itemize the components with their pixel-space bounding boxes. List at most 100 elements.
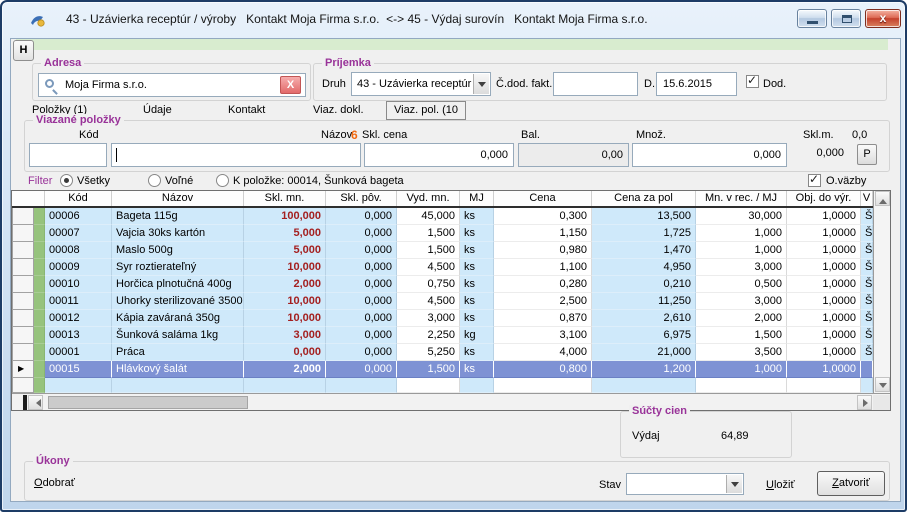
druh-value: 43 - Uzávierka receptúr /	[357, 73, 472, 95]
table-row[interactable]: 00010Horčica plnotučná 400g2,0000,0000,7…	[12, 276, 873, 293]
table-cell: Š	[861, 344, 873, 361]
scroll-down-button[interactable]	[875, 377, 890, 392]
table-empty-cell	[244, 378, 326, 393]
tab-kontakt[interactable]: Kontakt	[228, 104, 265, 116]
dod-checkbox[interactable]: ✓	[746, 75, 759, 88]
scroll-left-button[interactable]	[28, 395, 43, 410]
table-row[interactable]: 00013Šunková saláma 1kg3,0000,0002,250kg…	[12, 327, 873, 344]
stav-combobox[interactable]	[626, 473, 744, 495]
column-header[interactable]: V	[861, 191, 873, 206]
minimize-button[interactable]	[797, 9, 827, 28]
scroll-right-button[interactable]	[857, 395, 872, 410]
row-status-strip	[34, 344, 45, 361]
p-button[interactable]: P	[857, 144, 877, 165]
table-cell: ks	[460, 361, 494, 378]
table-cell: ks	[460, 310, 494, 327]
date-input[interactable]: 15.6.2015	[656, 72, 737, 96]
radio-vsetky[interactable]	[60, 174, 73, 187]
stav-dropdown-button[interactable]	[726, 475, 742, 493]
table-cell: 1,500	[696, 327, 787, 344]
table-cell: Š	[861, 310, 873, 327]
table-cell: 00008	[45, 242, 112, 259]
table-cell: 0,000	[326, 225, 397, 242]
column-header[interactable]: Skl. pôv.	[326, 191, 397, 206]
column-header[interactable]: Obj. do výr.	[787, 191, 861, 206]
table-row[interactable]: 00009Syr roztierateľný10,0000,0004,500ks…	[12, 259, 873, 276]
table-cell: Bageta 115g	[112, 208, 244, 225]
skl-cena-input[interactable]: 0,000	[364, 143, 514, 167]
title-bar[interactable]: 43 - Uzávierka receptúr / výroby Kontakt…	[2, 2, 905, 36]
table-cell: 0,980	[494, 242, 592, 259]
bal-input[interactable]: 0,00	[518, 143, 629, 167]
text-cursor	[116, 148, 117, 162]
table-cell: kg	[460, 327, 494, 344]
close-button[interactable]: x	[865, 9, 901, 28]
splitter-handle[interactable]	[23, 395, 27, 410]
table-empty-cell	[460, 378, 494, 393]
linked-items-group-label: Viazané položky	[33, 114, 124, 126]
column-header[interactable]: MJ	[460, 191, 494, 206]
kod-input[interactable]	[29, 143, 107, 167]
maximize-button[interactable]	[831, 9, 861, 28]
horizontal-scroll-thumb[interactable]	[48, 396, 248, 409]
column-header[interactable]: Cena	[494, 191, 592, 206]
radio-volne-label[interactable]: Voľné	[165, 175, 193, 187]
table-empty-cell	[34, 378, 45, 393]
scroll-up-button[interactable]	[875, 191, 890, 206]
table-cell: 45,000	[397, 208, 460, 225]
tab-udaje[interactable]: Údaje	[143, 104, 172, 116]
tab-viaz-dokl[interactable]: Viaz. dokl.	[313, 104, 364, 116]
radio-volne[interactable]	[148, 174, 161, 187]
druh-label: Druh	[322, 78, 346, 90]
mnoz-input[interactable]: 0,000	[632, 143, 787, 167]
table-cell: 1,000	[696, 242, 787, 259]
table-cell: 1,150	[494, 225, 592, 242]
column-header[interactable]: Mn. v rec. / MJ	[696, 191, 787, 206]
table-cell: 0,000	[326, 344, 397, 361]
odobrat-button[interactable]: Odobrať	[34, 477, 75, 489]
ulozit-button[interactable]: Uložiť	[766, 479, 795, 491]
table-row[interactable]: 00012Kápia zaváraná 350g10,0000,0003,000…	[12, 310, 873, 327]
column-header[interactable]: Skl. mn.	[244, 191, 326, 206]
ovazby-checkbox[interactable]: ✓	[808, 174, 821, 187]
horizontal-scrollbar[interactable]	[12, 393, 890, 410]
h-button[interactable]: H	[13, 40, 34, 61]
cdod-input[interactable]	[553, 72, 638, 96]
radio-vsetky-label[interactable]: Všetky	[77, 175, 110, 187]
zatvorit-button[interactable]: Zatvoriť	[817, 471, 885, 496]
table-cell: Š	[861, 242, 873, 259]
table-cell: 00001	[45, 344, 112, 361]
window-frame: 43 - Uzávierka receptúr / výroby Kontakt…	[0, 0, 907, 512]
table-cell: 2,500	[494, 293, 592, 310]
window-content: H Adresa Moja Firma s.r.o. X Príjemka Dr…	[10, 38, 901, 502]
table-cell: ks	[460, 242, 494, 259]
table-row[interactable]: 00008Maslo 500g5,0000,0001,500ks0,9801,4…	[12, 242, 873, 259]
column-header[interactable]: Cena za pol	[592, 191, 696, 206]
table-row[interactable]: 00001Práca0,0000,0005,250ks4,00021,0003,…	[12, 344, 873, 361]
table-row[interactable]: 00006Bageta 115g100,0000,00045,000ks0,30…	[12, 208, 873, 225]
clear-address-button[interactable]: X	[280, 76, 301, 94]
address-input[interactable]: Moja Firma s.r.o. X	[38, 73, 306, 97]
table-row[interactable]: 00011Uhorky sterilizované 3500g10,0000,0…	[12, 293, 873, 310]
column-header[interactable]: Názov	[112, 191, 244, 206]
mnoz-label: Množ.	[636, 129, 666, 141]
window-title: 43 - Uzávierka receptúr / výroby Kontakt…	[66, 12, 648, 26]
filter-label: Filter	[28, 175, 52, 187]
nazov-input[interactable]	[111, 143, 361, 167]
tab-viaz-pol-active[interactable]: Viaz. pol. (10	[386, 101, 466, 120]
table-cell: 3,000	[397, 310, 460, 327]
table-row[interactable]: 00007Vajcia 30ks kartón5,0000,0001,500ks…	[12, 225, 873, 242]
table-cell: Horčica plnotučná 400g	[112, 276, 244, 293]
column-header[interactable]: Kód	[45, 191, 112, 206]
druh-dropdown-button[interactable]	[473, 74, 489, 94]
column-header[interactable]: Vyd. mn.	[397, 191, 460, 206]
druh-combobox[interactable]: 43 - Uzávierka receptúr /	[351, 72, 491, 96]
radio-k-polozke[interactable]	[216, 174, 229, 187]
vertical-scrollbar[interactable]	[873, 191, 890, 393]
table-cell: 1,0000	[787, 293, 861, 310]
radio-k-polozke-label[interactable]: K položke: 00014, Šunková bageta	[233, 175, 404, 187]
ovazby-label[interactable]: O.väzby	[826, 175, 866, 187]
table-header-row: KódNázovSkl. mn.Skl. pôv.Vyd. mn.MJCenaC…	[12, 191, 873, 208]
table-cell: 0,500	[696, 276, 787, 293]
table-row[interactable]: ▶00015Hlávkový šalát2,0000,0001,500ks0,8…	[12, 361, 873, 378]
